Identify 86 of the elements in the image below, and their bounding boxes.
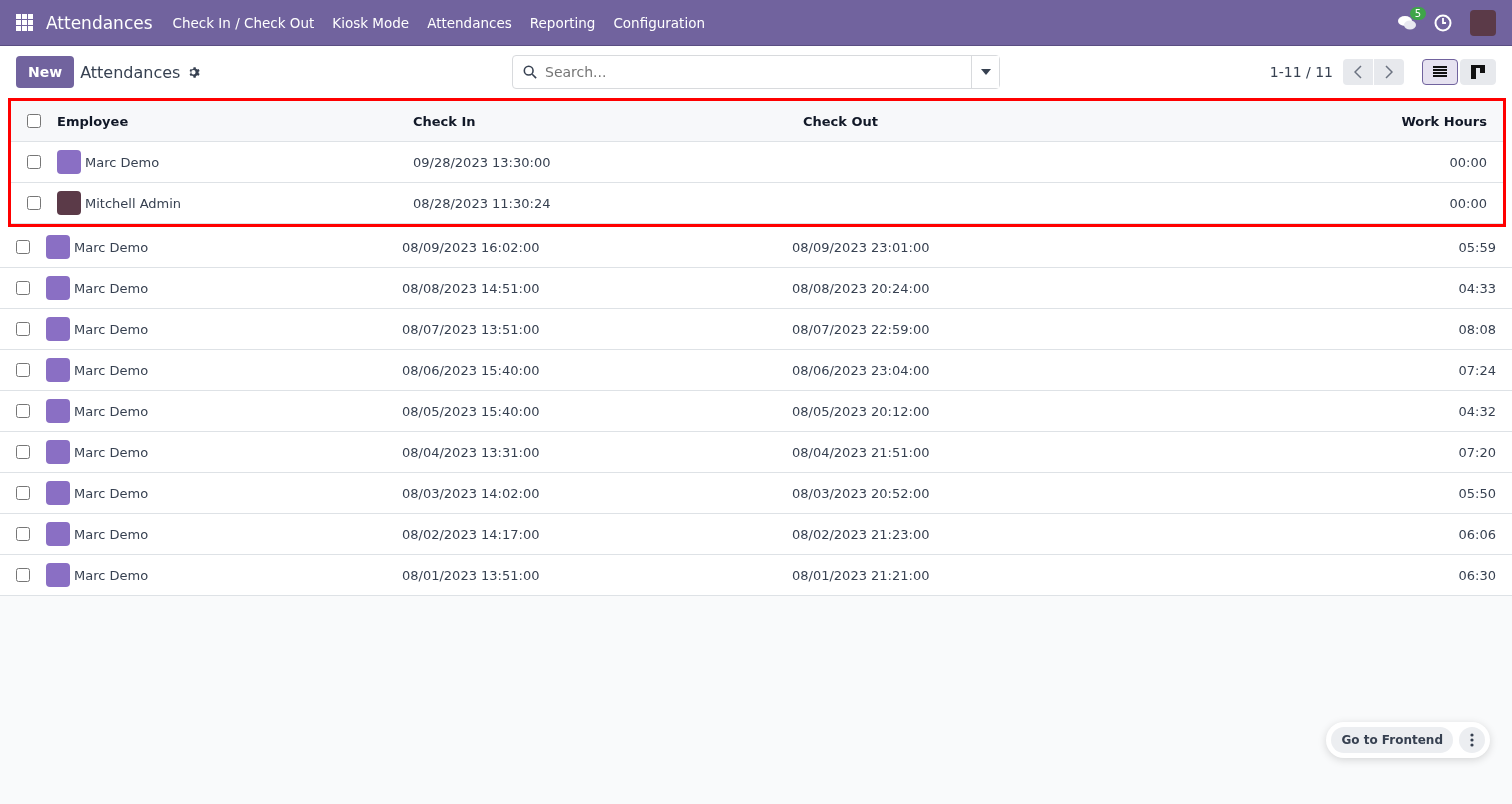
check-in-cell-text: 08/07/2023 13:51:00 — [402, 321, 541, 337]
column-header[interactable]: Check In — [413, 113, 803, 129]
employee-cell: Mitchell Admin — [85, 195, 182, 211]
work-hours-cell-text: 07:20 — [1457, 444, 1496, 460]
row-checkbox[interactable] — [16, 240, 30, 254]
kanban-view-button[interactable] — [1460, 59, 1496, 85]
search-icon — [523, 65, 537, 79]
check-out-cell-text: 08/01/2023 21:21:00 — [792, 567, 931, 583]
row-checkbox[interactable] — [16, 322, 30, 336]
employee-cell: Marc Demo — [74, 362, 149, 378]
list-view-button[interactable] — [1422, 59, 1458, 85]
check-out-cell-text: 08/06/2023 23:04:00 — [792, 362, 931, 378]
row-checkbox[interactable] — [16, 527, 30, 541]
check-in-cell-text: 08/28/2023 11:30:24 — [413, 195, 552, 211]
check-in-cell-text: 08/05/2023 15:40:00 — [402, 403, 541, 419]
menu-item[interactable]: Check In / Check Out — [172, 14, 315, 31]
work-hours-cell-text: 06:30 — [1457, 567, 1496, 583]
menu-item[interactable]: Kiosk Mode — [332, 14, 410, 31]
kanban-icon — [1471, 65, 1485, 79]
search-options-toggle[interactable] — [971, 56, 999, 88]
work-hours-cell-text: 04:32 — [1457, 403, 1496, 419]
check-in-cell-text: 08/03/2023 14:02:00 — [402, 485, 541, 501]
work-hours-cell-text: 00:00 — [1448, 195, 1487, 211]
work-hours-cell-text: 08:08 — [1457, 321, 1496, 337]
work-hours-cell-text: 00:00 — [1448, 154, 1487, 170]
check-in-cell-text: 08/08/2023 14:51:00 — [402, 280, 541, 296]
row-checkbox[interactable] — [16, 404, 30, 418]
vertical-dots-icon — [1470, 733, 1474, 747]
column-header[interactable]: Work Hours — [1145, 113, 1487, 129]
more-options-button[interactable] — [1459, 727, 1485, 753]
column-header[interactable]: Check Out — [803, 113, 1145, 129]
check-in-cell-text: 08/09/2023 16:02:00 — [402, 239, 541, 255]
check-in-cell-text: 08/02/2023 14:17:00 — [402, 526, 541, 542]
work-hours-cell-text: 06:06 — [1457, 526, 1496, 542]
employee-cell: Marc Demo — [74, 280, 149, 296]
row-checkbox[interactable] — [16, 363, 30, 377]
check-out-cell-text: 08/04/2023 21:51:00 — [792, 444, 931, 460]
employee-cell: Marc Demo — [74, 239, 149, 255]
new-button[interactable]: New — [16, 56, 75, 88]
row-checkbox[interactable] — [27, 196, 41, 210]
gear-icon[interactable] — [188, 65, 202, 79]
work-hours-cell-text: 07:24 — [1457, 362, 1496, 378]
check-in-cell-text: 08/06/2023 15:40:00 — [402, 362, 541, 378]
employee-cell: Marc Demo — [74, 567, 149, 583]
caret-icon — [980, 69, 991, 75]
app-name[interactable]: Attendances — [46, 12, 153, 33]
chat-bubbles-icon[interactable] — [1398, 14, 1416, 31]
page-title: Attendances — [80, 62, 181, 82]
message-count-badge: 5 — [1409, 6, 1426, 20]
check-in-cell-text: 08/04/2023 13:31:00 — [402, 444, 541, 460]
check-in-cell-text: 09/28/2023 13:30:00 — [413, 154, 552, 170]
row-checkbox[interactable] — [27, 155, 41, 169]
check-out-cell-text: 08/09/2023 23:01:00 — [792, 239, 931, 255]
check-in-cell-text: 08/01/2023 13:51:00 — [402, 567, 541, 583]
menu-item[interactable]: Reporting — [529, 14, 596, 31]
row-checkbox[interactable] — [16, 445, 30, 459]
clock-icon[interactable] — [1434, 13, 1452, 32]
employee-cell: Marc Demo — [74, 321, 149, 337]
row-checkbox[interactable] — [16, 486, 30, 500]
employee-cell: Marc Demo — [74, 485, 149, 501]
apps-grid-icon[interactable] — [16, 13, 34, 32]
menu-item[interactable]: Configuration — [613, 14, 705, 31]
pager-value[interactable]: 1-11 / 11 — [1269, 64, 1333, 80]
employee-cell: Marc Demo — [74, 403, 149, 419]
employee-cell: Marc Demo — [74, 526, 149, 542]
check-out-cell-text: 08/07/2023 22:59:00 — [792, 321, 931, 337]
search-field[interactable]: Search... — [512, 55, 1000, 89]
employee-cell: Marc Demo — [85, 154, 160, 170]
work-hours-cell-text: 04:33 — [1457, 280, 1496, 296]
column-header[interactable]: Employee — [57, 113, 413, 129]
search-input[interactable]: Search... — [537, 64, 971, 80]
work-hours-cell-text: 05:59 — [1457, 239, 1496, 255]
row-checkbox[interactable] — [16, 281, 30, 295]
chevron-left-icon — [1354, 65, 1362, 79]
list-icon — [1433, 66, 1447, 78]
row-checkbox[interactable] — [16, 568, 30, 582]
check-out-cell-text: 08/02/2023 21:23:00 — [792, 526, 931, 542]
check-out-cell-text: 08/05/2023 20:12:00 — [792, 403, 931, 419]
menu-item[interactable]: Attendances — [427, 14, 512, 31]
select-all-checkbox[interactable] — [27, 114, 41, 128]
check-out-cell-text: 08/03/2023 20:52:00 — [792, 485, 931, 501]
check-out-cell-text: 08/08/2023 20:24:00 — [792, 280, 931, 296]
employee-cell: Marc Demo — [74, 444, 149, 460]
work-hours-cell-text: 05:50 — [1457, 485, 1496, 501]
go-to-frontend-button[interactable]: Go to Frontend — [1331, 727, 1453, 753]
chevron-right-icon — [1385, 65, 1393, 79]
